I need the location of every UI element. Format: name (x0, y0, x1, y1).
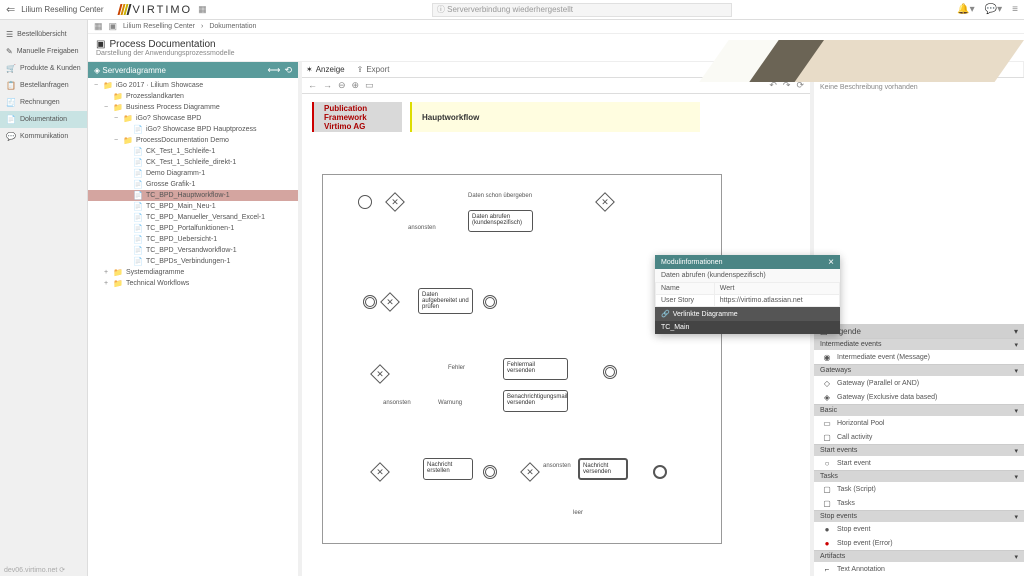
undo-icon[interactable]: ↶ (769, 80, 777, 91)
gateway[interactable] (385, 192, 405, 212)
end-event[interactable] (653, 465, 667, 479)
tree-item[interactable]: 📄TC_BPD_Hauptworkflow-1 (88, 190, 298, 201)
task-notify-mail[interactable]: Benachrichtigungsmail versenden (503, 390, 568, 412)
close-icon[interactable]: × (828, 257, 834, 268)
gateway[interactable] (370, 462, 390, 482)
gear-icon[interactable]: ⚙ (1008, 42, 1016, 53)
chevron-down-icon[interactable]: ▾ (1014, 327, 1018, 336)
left-nav: ☰Bestellübersicht✎Manuelle Freigaben🛒Pro… (0, 20, 88, 576)
nav-back-icon[interactable]: ← (308, 80, 317, 91)
bell-icon[interactable]: 🔔▾ (957, 4, 974, 15)
tab-export[interactable]: ⇪Export (357, 65, 390, 74)
linked-diagram-item[interactable]: TC_Main (655, 321, 840, 334)
intermediate-event[interactable] (483, 295, 497, 309)
grid-icon[interactable]: ▦ (94, 21, 103, 32)
task-error-mail[interactable]: Fehlermail versenden (503, 358, 568, 380)
export-icon: ⇪ (357, 65, 364, 74)
start-event[interactable] (358, 195, 372, 209)
right-panel: ⓘInfo ▤Metadaten Keine Beschreibung vorh… (814, 62, 1024, 576)
reload-icon[interactable]: ⟳ (796, 80, 804, 91)
nav-item-3[interactable]: 📋Bestellanfragen (0, 77, 87, 94)
fit-icon[interactable]: ▭ (365, 80, 374, 91)
tree-item[interactable]: 📄Grosse Grafik-1 (88, 179, 298, 190)
tree-item[interactable]: 📄TC_BPD_Versandworkflow-1 (88, 245, 298, 256)
search-input[interactable]: ⓘ Serververbindung wiederhergestellt (432, 3, 732, 17)
task-create-msg[interactable]: Nachricht erstellen (423, 458, 473, 480)
gateway[interactable] (370, 364, 390, 384)
link-icon: 🔗 (661, 310, 670, 318)
page-title: ▣Process Documentation (96, 39, 235, 50)
crosshair-icon: ✶ (306, 65, 313, 74)
tree-item[interactable]: +📁Systemdiagramme (88, 267, 298, 278)
back-icon[interactable]: ⇐ (6, 3, 15, 16)
zoom-out-icon[interactable]: ⊖ (338, 80, 346, 91)
tree-item[interactable]: 📁Prozesslandkarten (88, 91, 298, 102)
app-title: Lilium Reselling Center (21, 5, 103, 14)
intermediate-event[interactable] (603, 365, 617, 379)
tree-item[interactable]: +📁Technical Workflows (88, 278, 298, 289)
tree-item[interactable]: 📄Demo Diagramm-1 (88, 168, 298, 179)
task-process-data[interactable]: Daten aufgebereitet und prüfen (418, 288, 473, 314)
hamburger-icon[interactable]: ≡ (1012, 4, 1018, 15)
tree-item[interactable]: −📁iGo? Showcase BPD (88, 113, 298, 124)
info-content: Keine Beschreibung vorhanden (814, 78, 1024, 97)
zoom-in-icon[interactable]: ⊕ (352, 80, 360, 91)
tab-info[interactable]: ⓘInfo (814, 62, 919, 77)
nav-fwd-icon[interactable]: → (323, 80, 332, 91)
bpmn-diagram[interactable]: Daten schon übergeben Daten abrufen (kun… (322, 174, 722, 544)
chat-icon[interactable]: 💬▾ (985, 4, 1002, 15)
tab-metadata[interactable]: ▤Metadaten (919, 62, 1024, 77)
module-info-popup: Modulinformationen× Daten abrufen (kunde… (655, 255, 840, 334)
tree-panel: ◈ Serverdiagramme ⟷ ⟲ −📁iGo 2017 · Liliu… (88, 62, 298, 576)
intermediate-event[interactable] (483, 465, 497, 479)
tree-item[interactable]: 📄iGo? Showcase BPD Hauptprozess (88, 124, 298, 135)
tree-item[interactable]: −📁iGo 2017 · Lilium Showcase (88, 80, 298, 91)
box-icon[interactable]: ▣ (109, 21, 118, 32)
tree-item[interactable]: 📄TC_BPD_Uebersicht-1 (88, 234, 298, 245)
tree-item[interactable]: 📄TC_BPD_Manueller_Versand_Excel-1 (88, 212, 298, 223)
legend: ▤ Legende▾ Intermediate events▾ ◉Interme… (814, 324, 1024, 576)
page-subtitle: Darstellung der Anwendungsprozessmodelle (96, 50, 235, 57)
header-box-framework: Publication FrameworkVirtimo AG (312, 102, 402, 132)
breadcrumb: ▦ ▣ Lilium Reselling Center › Dokumentat… (88, 20, 1024, 34)
task-send-msg[interactable]: Nachricht versenden (578, 458, 628, 480)
diagram-icon: ◈ (94, 66, 100, 75)
nav-item-0[interactable]: ☰Bestellübersicht (0, 26, 87, 43)
redo-icon[interactable]: ↷ (783, 80, 791, 91)
task-fetch-data[interactable]: Daten abrufen (kundenspezifisch) (468, 210, 533, 232)
tab-display[interactable]: ✶Anzeige (306, 65, 345, 74)
tree-item[interactable]: −📁ProcessDocumentation Demo (88, 135, 298, 146)
footer-host: dev06.virtimo.net ⟳ (0, 564, 69, 576)
refresh-icon[interactable]: ⟲ (284, 65, 292, 76)
tree-item[interactable]: 📄TC_BPD_Main_Neu-1 (88, 201, 298, 212)
tree-item[interactable]: 📄CK_Test_1_Schleife-1 (88, 146, 298, 157)
info-icon: ⓘ (437, 4, 445, 15)
tree-item[interactable]: −📁Business Process Diagramme (88, 102, 298, 113)
tree-item[interactable]: 📄TC_BPD_Portalfunktionen-1 (88, 223, 298, 234)
menu-icon[interactable]: ▦ (198, 4, 207, 15)
tree-item[interactable]: 📄CK_Test_1_Schleife_direkt-1 (88, 157, 298, 168)
nav-item-1[interactable]: ✎Manuelle Freigaben (0, 43, 87, 60)
gateway[interactable] (595, 192, 615, 212)
info-icon: ⓘ (854, 64, 862, 75)
meta-icon: ▤ (947, 65, 955, 74)
popup-table: NameWert User Storyhttps://virtimo.atlas… (655, 282, 840, 307)
gateway[interactable] (380, 292, 400, 312)
header-box-workflow: Hauptworkflow (410, 102, 700, 132)
nav-item-6[interactable]: 💬Kommunikation (0, 128, 87, 145)
nav-item-5[interactable]: 📄Dokumentation (0, 111, 87, 128)
nav-item-4[interactable]: 🧾Rechnungen (0, 94, 87, 111)
tree-item[interactable]: 📄TC_BPDs_Verbindungen-1 (88, 256, 298, 267)
logo: VIRTIMO (119, 4, 192, 16)
gateway[interactable] (520, 462, 540, 482)
canvas-stage[interactable]: Publication FrameworkVirtimo AG Hauptwor… (302, 94, 810, 576)
collapse-icon[interactable]: ⟷ (268, 65, 281, 76)
status-dot-yellow[interactable] (992, 43, 1002, 53)
intermediate-event[interactable] (363, 295, 377, 309)
nav-item-2[interactable]: 🛒Produkte & Kunden (0, 60, 87, 77)
linked-diagrams-header: 🔗Verlinkte Diagramme (655, 307, 840, 321)
